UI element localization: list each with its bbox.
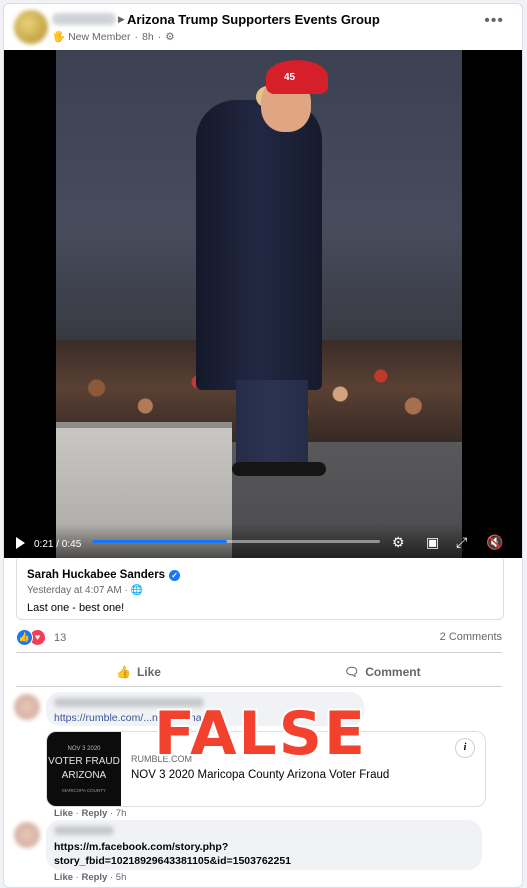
- thumb-text: ARIZONA: [61, 770, 107, 781]
- video-controls: 0:21 / 0:45 ⚙ ▣ ⤢ 🔇: [4, 524, 522, 558]
- figure-coat: [196, 100, 322, 390]
- comment-time[interactable]: 7h: [116, 808, 127, 819]
- arrow-right-icon: ▶: [118, 14, 125, 24]
- cap-text: 45: [284, 72, 296, 83]
- fullscreen-icon[interactable]: ⤢: [456, 534, 467, 551]
- comment-button[interactable]: 🗨 Comment: [344, 660, 421, 684]
- shared-post-text: Last one - best one!: [27, 602, 125, 614]
- comment-like-link[interactable]: Like: [54, 808, 73, 819]
- thumb-text: MARICOPA COUNTY: [62, 788, 106, 793]
- comment-button-label: Comment: [365, 665, 421, 679]
- shared-timestamp-text: Yesterday at 4:07 AM ·: [27, 585, 128, 596]
- red-cap: 45: [266, 60, 328, 94]
- reaction-summary[interactable]: 👍 ♥ 13: [16, 629, 66, 646]
- commenter-avatar[interactable]: [14, 822, 40, 848]
- divider: [16, 686, 502, 687]
- volume-mute-icon[interactable]: 🔇: [486, 534, 503, 551]
- comment-icon: 🗨: [344, 665, 360, 679]
- more-options-icon[interactable]: •••: [484, 12, 504, 30]
- comment-link-line1[interactable]: https://m.facebook.com/story.php?: [54, 840, 228, 854]
- info-icon[interactable]: i: [455, 738, 475, 758]
- poster-name-redacted: [52, 13, 116, 25]
- poster-avatar[interactable]: [14, 10, 48, 44]
- comments-count-link[interactable]: 2 Comments: [440, 631, 502, 643]
- comment-link-line2[interactable]: story_fbid=10218929643381105&id=15037622…: [54, 854, 291, 868]
- shared-author-name[interactable]: Sarah Huckabee Sanders: [27, 569, 165, 581]
- shared-post[interactable]: Sarah Huckabee Sanders ✓ Yesterday at 4:…: [16, 559, 504, 620]
- mini-player-icon[interactable]: ▣: [426, 534, 439, 551]
- video-frame: 45: [56, 50, 462, 558]
- comment-actions: Like · Reply · 5h: [54, 872, 127, 883]
- globe-icon: 🌐: [130, 585, 144, 596]
- new-member-icon: 🖐: [52, 31, 66, 43]
- comment-reply-link[interactable]: Reply: [81, 808, 107, 819]
- shared-timestamp[interactable]: Yesterday at 4:07 AM · 🌐: [27, 585, 143, 596]
- play-icon[interactable]: [16, 537, 25, 549]
- divider: [16, 652, 502, 653]
- false-stamp: FALSE: [152, 697, 367, 771]
- thumb-text: NOV 3 2020: [67, 746, 101, 752]
- comment-like-link[interactable]: Like: [54, 872, 73, 883]
- reaction-count: 13: [54, 631, 67, 644]
- separator: ·: [134, 30, 139, 43]
- post-card: ▶ Arizona Trump Supporters Events Group …: [3, 3, 523, 888]
- post-subtitle: 🖐 New Member · 8h · ⚙: [52, 30, 175, 44]
- link-title: NOV 3 2020 Maricopa County Arizona Voter…: [131, 769, 390, 781]
- comment-actions: Like · Reply · 7h: [54, 808, 127, 819]
- like-button[interactable]: 👍 Like: [116, 660, 161, 684]
- commenter-name-redacted: [54, 826, 114, 835]
- like-reaction-icon: 👍: [16, 629, 33, 646]
- link-thumbnail: NOV 3 2020 VOTER FRAUD ARIZONA MARICOPA …: [47, 732, 121, 806]
- separator: ·: [157, 30, 162, 43]
- thumbs-up-icon: 👍: [116, 665, 131, 679]
- thumb-text: VOTER FRAUD: [48, 756, 120, 767]
- commenter-avatar[interactable]: [14, 694, 40, 720]
- progress-bar[interactable]: [92, 540, 380, 543]
- member-badge: New Member: [68, 30, 131, 43]
- figure-legs: [236, 380, 308, 470]
- shared-author[interactable]: Sarah Huckabee Sanders ✓: [27, 569, 181, 581]
- verified-badge-icon: ✓: [169, 569, 181, 581]
- comment-reply-link[interactable]: Reply: [81, 872, 107, 883]
- settings-icon[interactable]: ⚙: [392, 534, 405, 551]
- post-header: ▶ Arizona Trump Supporters Events Group …: [4, 4, 522, 50]
- like-button-label: Like: [136, 665, 161, 679]
- progress-fill: [92, 540, 228, 543]
- comment-time[interactable]: 5h: [116, 872, 127, 883]
- post-time[interactable]: 8h: [142, 31, 154, 43]
- group-privacy-icon: ⚙: [165, 30, 175, 43]
- comment-bubble: https://m.facebook.com/story.php? story_…: [46, 820, 482, 870]
- video-time: 0:21 / 0:45: [34, 539, 82, 550]
- figure-shoe: [274, 462, 326, 476]
- group-name-link[interactable]: Arizona Trump Supporters Events Group: [127, 12, 380, 27]
- video-player[interactable]: 45 0:21 / 0:45 ⚙ ▣ ⤢ 🔇: [4, 50, 522, 558]
